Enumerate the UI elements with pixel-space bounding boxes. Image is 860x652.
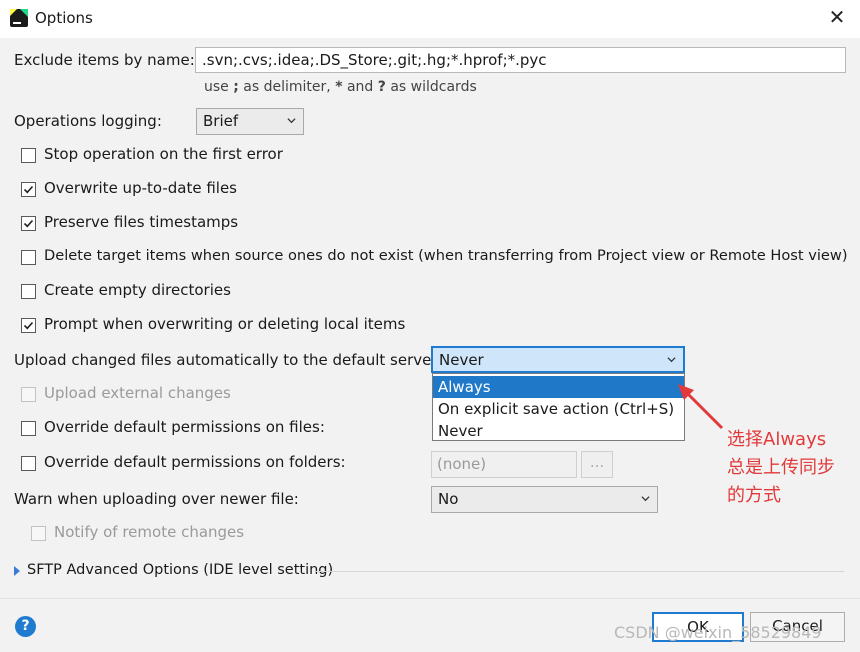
warn-newer-dropdown[interactable]: No [431, 486, 658, 513]
warn-newer-value: No [438, 490, 459, 508]
checkbox-box [21, 148, 36, 163]
override-folders-field[interactable]: (none) [431, 451, 577, 478]
footer-divider [0, 598, 860, 599]
notify-remote-label: Notify of remote changes [54, 523, 245, 541]
prompt-overwrite-label: Prompt when overwriting or deleting loca… [44, 315, 406, 333]
checkmark-icon [23, 185, 34, 194]
override-folders-browse-button[interactable]: ... [581, 451, 613, 478]
warn-newer-label: Warn when uploading over newer file: [14, 490, 299, 508]
override-files-label: Override default permissions on files: [44, 418, 325, 436]
checkbox-box [21, 421, 36, 436]
upload-changed-dropdown[interactable]: Never [431, 346, 685, 373]
help-icon[interactable]: ? [15, 616, 36, 637]
option-never[interactable]: Never [433, 420, 684, 442]
pycharm-app-icon [10, 9, 28, 27]
checkbox-box [21, 182, 36, 197]
annotation-line: 的方式 [727, 485, 781, 506]
notify-remote-checkbox[interactable] [31, 526, 46, 541]
preserve-timestamps-checkbox[interactable] [21, 216, 36, 231]
section-divider [316, 571, 844, 572]
stop-on-error-checkbox[interactable] [21, 148, 36, 163]
upload-external-label: Upload external changes [44, 384, 231, 402]
upload-changed-label: Upload changed files automatically to th… [14, 351, 438, 369]
annotation-text: 选择Always 总是上传同步 的方式 [727, 426, 835, 510]
hint-text: use [204, 79, 234, 95]
checkbox-box [21, 216, 36, 231]
annotation-arrow-icon [678, 384, 724, 430]
preserve-timestamps-label: Preserve files timestamps [44, 213, 239, 231]
exclude-items-input[interactable]: .svn;.cvs;.idea;.DS_Store;.git;.hg;*.hpr… [195, 47, 846, 73]
watermark: CSDN @weixin_58529849 [614, 623, 822, 642]
checkbox-box [21, 250, 36, 265]
expand-arrow-icon[interactable] [14, 566, 20, 576]
hint-text: as delimiter, [238, 79, 336, 95]
override-folders-label: Override default permissions on folders: [44, 453, 346, 471]
operations-logging-value: Brief [203, 112, 239, 130]
overwrite-label: Overwrite up-to-date files [44, 179, 238, 197]
operations-logging-dropdown[interactable]: Brief [196, 108, 304, 135]
option-explicit-save[interactable]: On explicit save action (Ctrl+S) [433, 398, 684, 420]
checkbox-box [21, 387, 36, 402]
sftp-advanced-toggle[interactable]: SFTP Advanced Options (IDE level setting… [27, 562, 333, 578]
checkbox-box [21, 284, 36, 299]
annotation-line: 总是上传同步 [727, 457, 835, 478]
option-always[interactable]: Always [433, 376, 684, 398]
window-title: Options [35, 9, 93, 27]
upload-external-checkbox[interactable] [21, 387, 36, 402]
upload-changed-popup: Always On explicit save action (Ctrl+S) … [432, 373, 685, 441]
exclude-items-label: Exclude items by name: [14, 51, 195, 69]
override-files-checkbox[interactable] [21, 421, 36, 436]
stop-on-error-label: Stop operation on the first error [44, 145, 283, 163]
checkbox-box [21, 318, 36, 333]
close-icon[interactable]: ✕ [826, 6, 848, 28]
chevron-down-icon [641, 496, 650, 502]
checkmark-icon [23, 219, 34, 228]
prompt-overwrite-checkbox[interactable] [21, 318, 36, 333]
chevron-down-icon [287, 118, 296, 124]
checkbox-box [31, 526, 46, 541]
delete-target-checkbox[interactable] [21, 250, 36, 265]
hint-wildcard-question: ? [377, 79, 386, 95]
checkmark-icon [23, 321, 34, 330]
checkbox-box [21, 456, 36, 471]
exclude-hint: use ; as delimiter, * and ? as wildcards [204, 79, 477, 95]
create-empty-dirs-checkbox[interactable] [21, 284, 36, 299]
override-folders-checkbox[interactable] [21, 456, 36, 471]
upload-changed-value: Never [439, 351, 484, 369]
chevron-down-icon [667, 357, 676, 363]
delete-target-label: Delete target items when source ones do … [44, 247, 848, 264]
hint-text: as wildcards [385, 79, 477, 95]
title-bar [0, 0, 860, 38]
operations-logging-label: Operations logging: [14, 112, 162, 130]
hint-wildcard-star: * [335, 79, 343, 95]
create-empty-dirs-label: Create empty directories [44, 281, 231, 299]
annotation-line: 选择Always [727, 429, 827, 450]
hint-text: and [342, 79, 378, 95]
overwrite-checkbox[interactable] [21, 182, 36, 197]
